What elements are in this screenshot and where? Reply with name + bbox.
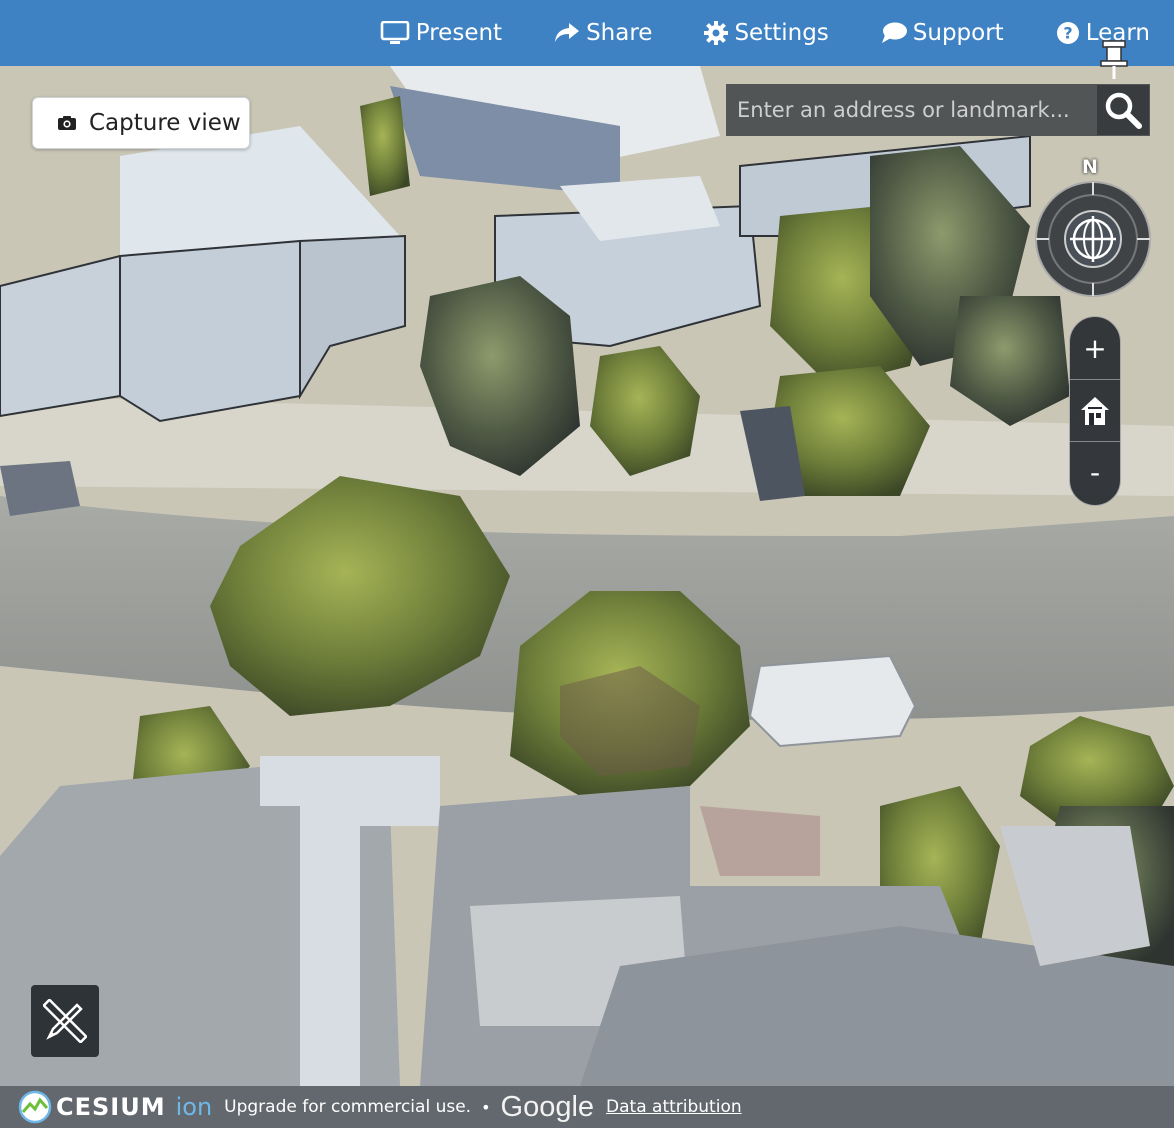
present-label: Present — [415, 20, 503, 46]
data-attribution-link[interactable]: Data attribution — [606, 1097, 742, 1117]
capture-view-button[interactable]: Capture view — [32, 97, 250, 149]
share-button[interactable]: Share — [554, 20, 652, 46]
question-circle-icon: ? — [1056, 22, 1079, 44]
zoom-out-button[interactable]: - — [1070, 441, 1120, 503]
svg-text:?: ? — [1063, 24, 1072, 43]
share-arrow-icon — [555, 23, 580, 42]
pin-icon[interactable] — [1098, 38, 1130, 80]
camera-icon — [58, 116, 76, 130]
compass-icon[interactable] — [1034, 180, 1152, 298]
cesium-logo-icon — [18, 1090, 52, 1124]
gear-icon — [704, 21, 729, 45]
google-logo: Google — [500, 1090, 595, 1123]
search-input[interactable] — [726, 84, 1096, 136]
zoom-in-label: + — [1083, 331, 1107, 365]
share-label: Share — [586, 20, 653, 46]
settings-button[interactable]: Settings — [704, 20, 829, 46]
search-button[interactable] — [1096, 84, 1150, 136]
compass-north-label: N — [1082, 156, 1098, 178]
present-button[interactable]: Present — [380, 20, 502, 46]
cesium-ion-logo[interactable]: CESIUM ion — [18, 1090, 212, 1124]
zoom-in-button[interactable]: + — [1070, 317, 1120, 379]
support-label: Support — [912, 20, 1004, 46]
cesium-wordmark: CESIUM — [56, 1093, 166, 1121]
top-bar: Present Share Settings Support ? Learn — [0, 0, 1174, 66]
credits-bar: CESIUM ion Upgrade for commercial use. •… — [0, 1086, 1174, 1128]
separator-dot: • — [481, 1097, 491, 1117]
search-icon — [1105, 92, 1142, 129]
ruler-pencil-icon — [43, 999, 87, 1043]
top-nav: Present Share Settings Support ? Learn — [380, 0, 1150, 66]
upgrade-text: Upgrade for commercial use. — [224, 1097, 472, 1117]
settings-label: Settings — [734, 20, 829, 46]
map-viewport[interactable] — [0, 66, 1174, 1086]
aerial-3d-scene — [0, 66, 1174, 1086]
capture-view-label: Capture view — [89, 110, 241, 136]
monitor-icon — [380, 21, 410, 44]
zoom-controls: + - — [1069, 316, 1121, 506]
geocoder-search — [726, 84, 1150, 136]
chat-bubble-icon — [881, 22, 907, 43]
home-icon — [1081, 396, 1109, 425]
measure-tool-button[interactable] — [31, 985, 99, 1057]
home-button[interactable] — [1070, 379, 1120, 441]
zoom-out-label: - — [1089, 456, 1101, 489]
ion-wordmark: ion — [175, 1093, 213, 1121]
support-button[interactable]: Support — [881, 20, 1004, 46]
